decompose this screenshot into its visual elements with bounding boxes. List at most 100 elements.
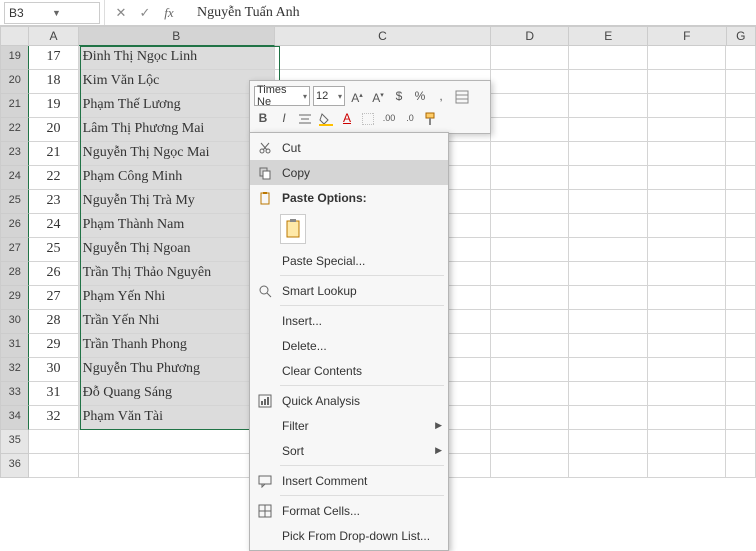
cell[interactable] <box>726 142 756 166</box>
cell[interactable] <box>726 406 756 430</box>
col-header-g[interactable]: G <box>727 26 756 46</box>
cell[interactable] <box>726 118 756 142</box>
cell[interactable] <box>648 142 727 166</box>
cell[interactable]: 26 <box>29 262 78 286</box>
cell[interactable] <box>726 454 756 478</box>
row-header[interactable]: 31 <box>0 334 29 358</box>
cell[interactable] <box>648 358 727 382</box>
cell[interactable] <box>726 70 756 94</box>
percent-icon[interactable]: % <box>411 87 429 105</box>
name-box[interactable]: B3 ▼ <box>4 2 100 24</box>
row-header[interactable]: 27 <box>0 238 29 262</box>
cell[interactable] <box>491 214 570 238</box>
row-header[interactable]: 33 <box>0 382 29 406</box>
cell[interactable]: 27 <box>29 286 78 310</box>
font-selector[interactable]: Times Ne▾ <box>254 86 310 106</box>
cell[interactable] <box>648 166 727 190</box>
cell[interactable]: Nguyễn Thị Trà My <box>79 190 275 214</box>
cell[interactable]: Phạm Văn Tài <box>79 406 275 430</box>
menu-pick-list[interactable]: Pick From Drop-down List... <box>250 523 448 548</box>
align-icon[interactable] <box>296 109 314 127</box>
cell[interactable] <box>491 238 570 262</box>
cell[interactable]: 29 <box>29 334 78 358</box>
cell[interactable]: Nguyễn Thu Phương <box>79 358 275 382</box>
cell[interactable]: 32 <box>29 406 78 430</box>
cell[interactable]: 30 <box>29 358 78 382</box>
menu-paste-special[interactable]: Paste Special... <box>250 248 448 273</box>
cell[interactable] <box>569 382 648 406</box>
cell[interactable] <box>491 454 570 478</box>
cell[interactable] <box>29 430 78 454</box>
col-header-f[interactable]: F <box>648 26 727 46</box>
cell[interactable] <box>491 94 570 118</box>
cell[interactable] <box>726 166 756 190</box>
cell[interactable] <box>491 118 570 142</box>
row-header[interactable]: 20 <box>0 70 29 94</box>
cell[interactable] <box>569 46 648 70</box>
cell[interactable] <box>491 310 570 334</box>
row-header[interactable]: 30 <box>0 310 29 334</box>
cell[interactable]: Lâm Thị Phương Mai <box>79 118 275 142</box>
cell[interactable]: Phạm Công Minh <box>79 166 275 190</box>
row-header[interactable]: 28 <box>0 262 29 286</box>
cell[interactable] <box>726 94 756 118</box>
cell[interactable] <box>491 430 570 454</box>
cell[interactable] <box>648 262 727 286</box>
cell[interactable] <box>648 190 727 214</box>
cell[interactable]: Trần Yến Nhi <box>79 310 275 334</box>
cell[interactable] <box>648 118 727 142</box>
row-header[interactable]: 25 <box>0 190 29 214</box>
comma-icon[interactable]: , <box>432 87 450 105</box>
italic-icon[interactable]: I <box>275 109 293 127</box>
cell[interactable]: 22 <box>29 166 78 190</box>
cell[interactable]: Kim Văn Lộc <box>79 70 275 94</box>
col-header-d[interactable]: D <box>491 26 570 46</box>
cancel-icon[interactable]: ✕ <box>113 5 129 21</box>
cell[interactable] <box>726 334 756 358</box>
cell[interactable]: Phạm Thành Nam <box>79 214 275 238</box>
select-all-corner[interactable] <box>0 26 29 46</box>
decrease-decimal-icon[interactable]: .0 <box>401 109 419 127</box>
cell[interactable] <box>648 430 727 454</box>
row-header[interactable]: 23 <box>0 142 29 166</box>
cell[interactable] <box>569 94 648 118</box>
cell[interactable] <box>726 214 756 238</box>
cell[interactable] <box>569 310 648 334</box>
cell[interactable] <box>648 214 727 238</box>
row-header[interactable]: 19 <box>0 46 29 70</box>
cell[interactable] <box>726 262 756 286</box>
menu-copy[interactable]: Copy <box>250 160 448 185</box>
cell[interactable] <box>726 238 756 262</box>
cell[interactable]: Nguyễn Thị Ngọc Mai <box>79 142 275 166</box>
cell[interactable]: Trần Thị Thảo Nguyên <box>79 262 275 286</box>
cell[interactable] <box>726 358 756 382</box>
fx-icon[interactable]: fx <box>161 5 177 21</box>
format-painter-icon[interactable] <box>422 109 440 127</box>
cell[interactable] <box>569 70 648 94</box>
cell[interactable] <box>29 454 78 478</box>
cell[interactable] <box>569 358 648 382</box>
bold-icon[interactable]: B <box>254 109 272 127</box>
cell[interactable] <box>491 382 570 406</box>
cell[interactable] <box>491 70 570 94</box>
cell[interactable] <box>648 406 727 430</box>
cell[interactable] <box>79 430 275 454</box>
row-header[interactable]: 24 <box>0 166 29 190</box>
menu-clear-contents[interactable]: Clear Contents <box>250 358 448 383</box>
cell[interactable] <box>569 118 648 142</box>
formula-text[interactable]: Nguyễn Tuấn Anh <box>185 5 756 21</box>
cell[interactable] <box>491 142 570 166</box>
cell[interactable] <box>491 46 570 70</box>
cell[interactable]: 25 <box>29 238 78 262</box>
cell[interactable]: 19 <box>29 94 78 118</box>
increase-decimal-icon[interactable]: .00 <box>380 109 398 127</box>
cell[interactable] <box>491 286 570 310</box>
border-icon[interactable] <box>359 109 377 127</box>
row-header[interactable]: 21 <box>0 94 29 118</box>
cell[interactable]: 21 <box>29 142 78 166</box>
cell[interactable]: 28 <box>29 310 78 334</box>
currency-icon[interactable]: $ <box>390 87 408 105</box>
cell[interactable] <box>648 238 727 262</box>
row-header[interactable]: 36 <box>0 454 29 478</box>
cell[interactable] <box>569 142 648 166</box>
